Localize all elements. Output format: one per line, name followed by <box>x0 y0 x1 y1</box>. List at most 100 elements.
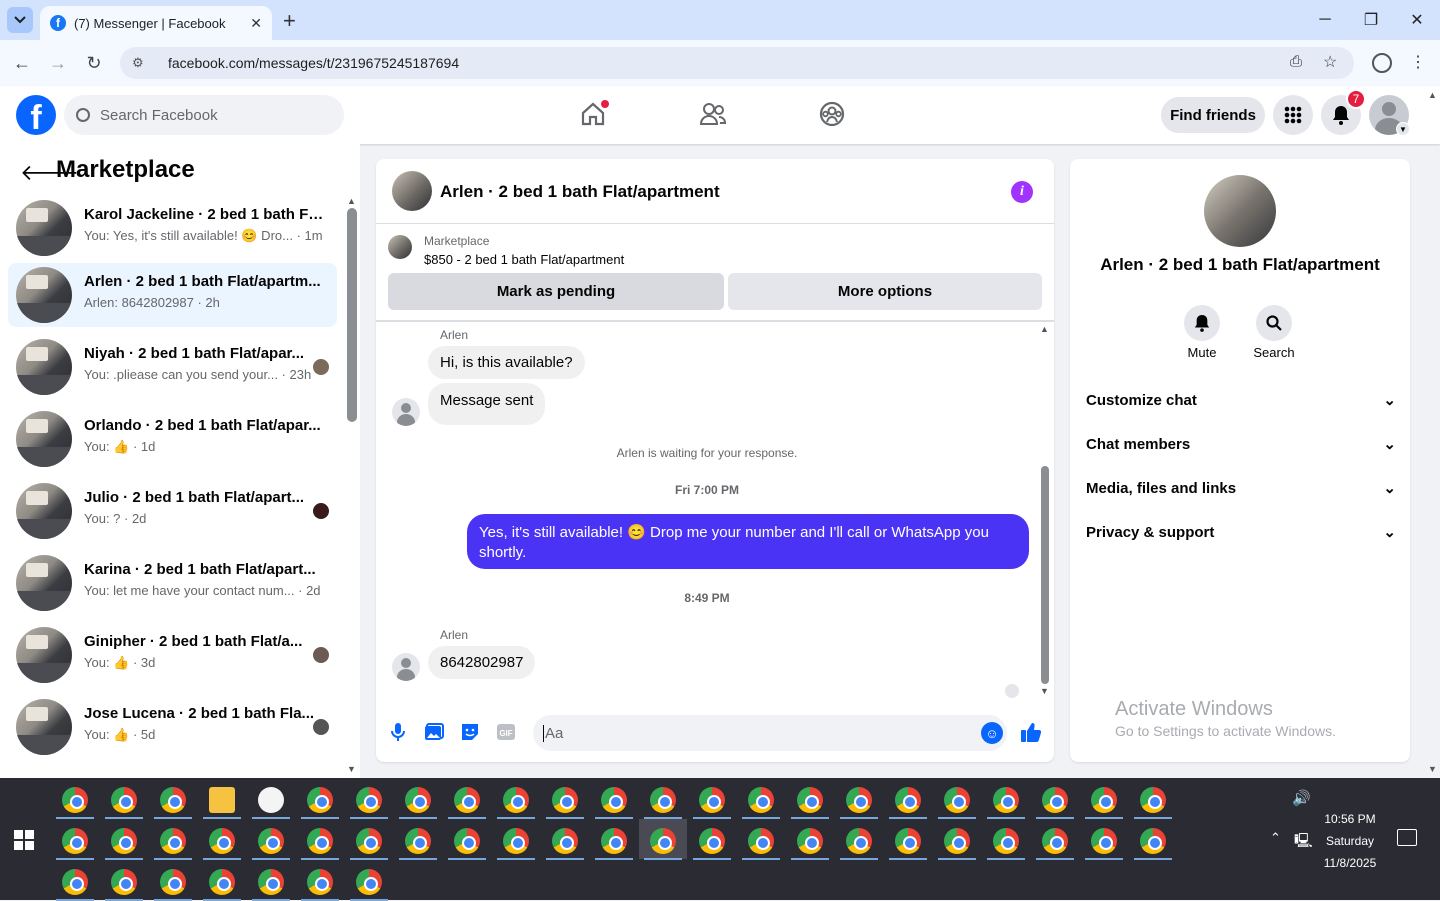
reload-icon[interactable]: ↻ <box>81 50 107 76</box>
chrome-browser-icon[interactable] <box>895 828 921 854</box>
chrome-browser-icon[interactable] <box>356 869 382 895</box>
chrome-browser-icon[interactable] <box>454 828 480 854</box>
page-scroll-up-icon[interactable]: ▲ <box>1428 90 1437 100</box>
paint-app-icon[interactable] <box>258 787 284 813</box>
chrome-browser-icon[interactable] <box>944 828 970 854</box>
chrome-browser-icon[interactable] <box>356 787 382 813</box>
photo-icon[interactable] <box>423 721 445 743</box>
conversation-item-active[interactable]: Arlen · 2 bed 1 bath Flat/apartm... Arle… <box>8 263 337 327</box>
install-app-icon[interactable]: ⎙ <box>1290 53 1302 70</box>
chrome-browser-icon[interactable] <box>1042 828 1068 854</box>
chat-scroll-down-icon[interactable]: ▼ <box>1040 686 1049 696</box>
browser-profile-icon[interactable] <box>1372 53 1392 73</box>
listing-price-title[interactable]: $850 - 2 bed 1 bath Flat/apartment <box>424 252 624 267</box>
chrome-browser-icon[interactable] <box>160 828 186 854</box>
conversation-item[interactable]: Jose Lucena · 2 bed 1 bath Fla... You: 👍… <box>8 695 337 759</box>
menu-grid-icon[interactable] <box>1273 95 1313 135</box>
chrome-browser-icon[interactable] <box>307 828 333 854</box>
browser-tab[interactable]: f (7) Messenger | Facebook ✕ <box>40 6 272 40</box>
chrome-browser-icon[interactable] <box>650 787 676 813</box>
outgoing-message[interactable]: Yes, it's still available! 😊 Drop me you… <box>467 514 1029 569</box>
chrome-browser-icon[interactable] <box>503 787 529 813</box>
chrome-browser-icon[interactable] <box>601 828 627 854</box>
address-bar[interactable]: ⚙ facebook.com/messages/t/23196752451876… <box>120 47 1354 79</box>
incoming-message[interactable]: Message sent <box>428 383 546 425</box>
list-scroll-down-icon[interactable]: ▼ <box>347 764 356 774</box>
new-tab-icon[interactable]: + <box>283 8 296 34</box>
chrome-browser-icon[interactable] <box>748 828 774 854</box>
microphone-icon[interactable] <box>387 721 409 743</box>
chrome-browser-icon[interactable] <box>160 869 186 895</box>
chrome-browser-icon[interactable] <box>552 828 578 854</box>
emoji-icon[interactable]: ☺ <box>981 722 1003 744</box>
conversation-item[interactable]: Karol Jackeline · 2 bed 1 bath Fla... Yo… <box>8 196 337 260</box>
conversation-item[interactable]: Orlando · 2 bed 1 bath Flat/apar... You:… <box>8 407 337 471</box>
customize-chat-section[interactable]: Customize chat ⌄ <box>1086 391 1396 410</box>
window-close-icon[interactable]: ✕ <box>1397 8 1437 32</box>
chrome-browser-icon[interactable] <box>895 787 921 813</box>
conversation-item[interactable]: Karina · 2 bed 1 bath Flat/apart... You:… <box>8 551 337 615</box>
chat-avatar[interactable] <box>392 171 432 211</box>
incoming-message[interactable]: 8642802987 <box>428 646 536 679</box>
chrome-browser-icon[interactable] <box>62 787 88 813</box>
bookmark-star-icon[interactable]: ☆ <box>1323 52 1337 72</box>
back-icon[interactable]: ← <box>9 50 35 76</box>
chrome-browser-icon[interactable] <box>993 787 1019 813</box>
forward-icon[interactable]: → <box>45 50 71 76</box>
listing-thumbnail[interactable] <box>388 235 412 259</box>
message-input[interactable]: Aa <box>533 715 1007 751</box>
chrome-browser-icon[interactable] <box>650 828 676 854</box>
contact-name[interactable]: Arlen · 2 bed 1 bath Flat/apartment <box>1070 255 1410 275</box>
chat-title[interactable]: Arlen · 2 bed 1 bath Flat/apartment <box>440 182 720 202</box>
chrome-browser-icon[interactable] <box>209 869 235 895</box>
chrome-browser-icon[interactable] <box>846 787 872 813</box>
list-scroll-up-icon[interactable]: ▲ <box>347 196 356 206</box>
gif-icon[interactable]: GIF <box>495 721 517 743</box>
media-files-links-section[interactable]: Media, files and links ⌄ <box>1086 479 1396 498</box>
browser-menu-icon[interactable]: ⋮ <box>1410 52 1426 72</box>
chrome-browser-icon[interactable] <box>1042 787 1068 813</box>
mark-as-pending-button[interactable]: Mark as pending <box>388 273 724 310</box>
chrome-browser-icon[interactable] <box>699 828 725 854</box>
file-explorer-icon[interactable] <box>209 787 235 813</box>
privacy-support-section[interactable]: Privacy & support ⌄ <box>1086 523 1396 542</box>
conversation-item[interactable]: Niyah · 2 bed 1 bath Flat/apar... You: .… <box>8 335 337 399</box>
like-thumbs-up-icon[interactable] <box>1020 721 1042 743</box>
chrome-browser-icon[interactable] <box>62 869 88 895</box>
chrome-browser-icon[interactable] <box>258 869 284 895</box>
chrome-browser-icon[interactable] <box>454 787 480 813</box>
chrome-browser-icon[interactable] <box>209 828 235 854</box>
find-friends-button[interactable]: Find friends <box>1161 97 1265 133</box>
taskbar-clock[interactable]: 10:56 PM Saturday 11/8/2025 <box>1310 808 1390 874</box>
chrome-browser-icon[interactable] <box>111 869 137 895</box>
chrome-browser-icon[interactable] <box>160 787 186 813</box>
friends-icon[interactable] <box>699 100 727 128</box>
chrome-browser-icon[interactable] <box>552 787 578 813</box>
chrome-browser-icon[interactable] <box>111 787 137 813</box>
volume-icon[interactable]: 🔊 <box>1292 789 1311 807</box>
chrome-browser-icon[interactable] <box>62 828 88 854</box>
info-icon[interactable]: i <box>1011 181 1033 203</box>
tray-chevron-up-icon[interactable]: ⌃ <box>1270 830 1281 846</box>
chrome-browser-icon[interactable] <box>503 828 529 854</box>
minimize-icon[interactable]: ─ <box>1305 8 1345 32</box>
chat-scroll-up-icon[interactable]: ▲ <box>1040 324 1049 334</box>
restore-icon[interactable]: ❐ <box>1351 8 1391 32</box>
chrome-browser-icon[interactable] <box>846 828 872 854</box>
chrome-browser-icon[interactable] <box>797 787 823 813</box>
chat-members-section[interactable]: Chat members ⌄ <box>1086 435 1396 454</box>
chrome-browser-icon[interactable] <box>601 787 627 813</box>
site-info-icon[interactable]: ⚙ <box>132 55 152 71</box>
facebook-search-input[interactable]: Search Facebook <box>64 95 344 135</box>
chrome-browser-icon[interactable] <box>1140 787 1166 813</box>
chrome-browser-icon[interactable] <box>307 869 333 895</box>
page-scroll-down-icon[interactable]: ▼ <box>1428 764 1437 774</box>
action-center-icon[interactable] <box>1397 829 1417 846</box>
list-scrollbar[interactable] <box>347 208 357 422</box>
mute-bell-icon[interactable] <box>1184 305 1220 341</box>
chrome-browser-icon[interactable] <box>699 787 725 813</box>
chrome-browser-icon[interactable] <box>405 828 431 854</box>
more-options-button[interactable]: More options <box>728 273 1042 310</box>
chrome-browser-icon[interactable] <box>1091 828 1117 854</box>
chrome-browser-icon[interactable] <box>944 787 970 813</box>
